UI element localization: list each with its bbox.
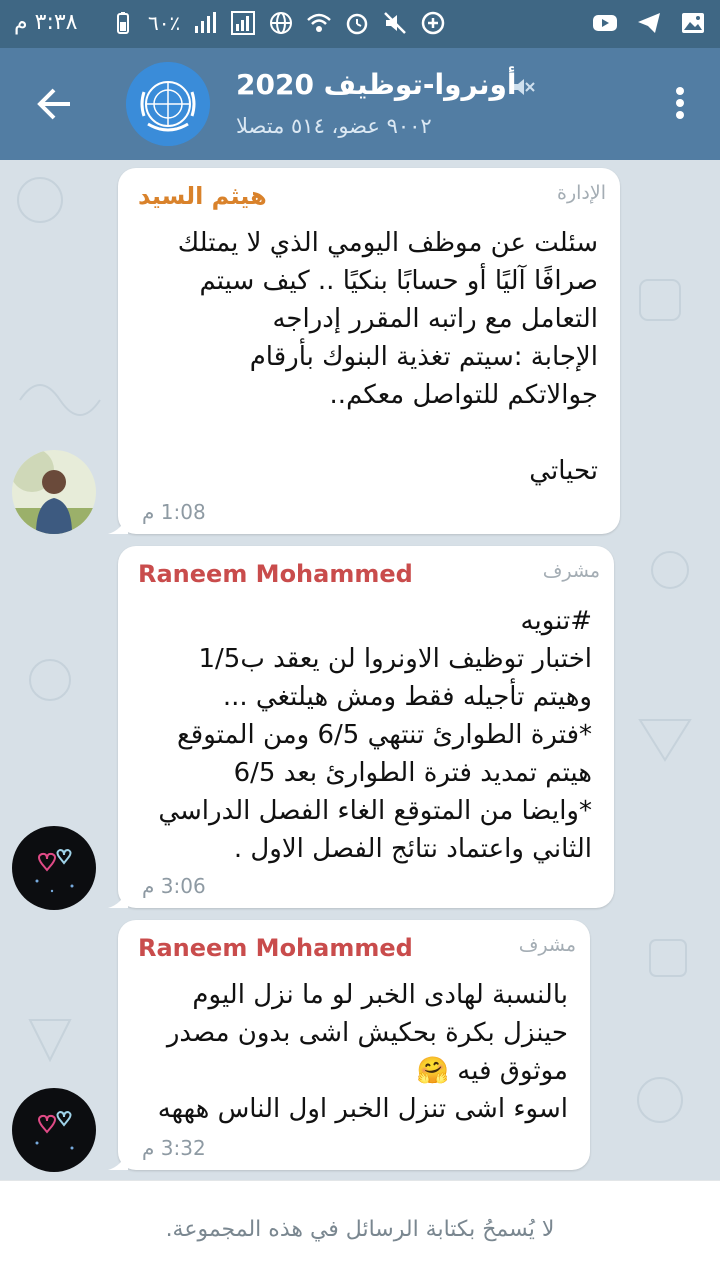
- group-avatar[interactable]: [126, 62, 210, 146]
- message-text: سئلت عن موظف اليومي الذي لا يمتلك صرافًا…: [177, 228, 598, 486]
- message-time: 3:32 م: [142, 1136, 206, 1160]
- hearts-photo-icon: [12, 1088, 96, 1172]
- bubble-tail: [108, 514, 128, 534]
- message-bubble-1[interactable]: الإدارة هيثم السيد سئلت عن موظف اليومي ا…: [108, 168, 620, 534]
- message-time: 1:08 م: [142, 500, 206, 524]
- hearts-photo-icon: [12, 826, 96, 910]
- avatar-sender-1[interactable]: [12, 450, 96, 534]
- alarm-icon: [346, 13, 368, 35]
- message-role: مشرف: [542, 560, 600, 582]
- user-photo-icon: [12, 450, 96, 534]
- avatar-sender-2[interactable]: [12, 826, 96, 910]
- wifi-icon: [307, 13, 332, 32]
- silent-icon: [384, 12, 407, 34]
- composer-bar: لا يُسمحُ بكتابة الرسائل في هذه المجموعة…: [0, 1180, 720, 1280]
- battery-icon: [117, 12, 129, 34]
- bubble-tail: [108, 1150, 128, 1170]
- bubble-tail: [108, 888, 128, 908]
- more-vertical-icon[interactable]: [670, 84, 690, 124]
- message-role: مشرف: [518, 934, 576, 956]
- message-bubble-2[interactable]: مشرف Raneem Mohammed #تنويه اختبار توظيف…: [108, 546, 614, 908]
- signal-icon: [195, 12, 217, 33]
- battery-percent: ٦٠٪: [148, 11, 181, 35]
- status-icons-right: [592, 10, 706, 36]
- message-time: 3:06 م: [142, 874, 206, 898]
- gallery-icon: [682, 13, 704, 33]
- message-bubble-3[interactable]: مشرف Raneem Mohammed بالنسبة لهادى الخبر…: [108, 920, 590, 1170]
- data-saver-icon: [421, 11, 445, 35]
- status-icons-left: ٦٠٪: [110, 10, 446, 36]
- message-text: بالنسبة لهادى الخبر لو ما نزل اليوم حينز…: [157, 980, 568, 1124]
- write-disabled-notice: لا يُسمحُ بكتابة الرسائل في هذه المجموعة…: [165, 1217, 555, 1242]
- message-text: اختبار توظيف الاونروا لن يعقد ب1/5 وهيتم…: [158, 644, 592, 864]
- message-role: الإدارة: [557, 182, 606, 204]
- status-time: ٣:٣٨ م: [14, 10, 78, 35]
- message-sender[interactable]: Raneem Mohammed: [138, 934, 413, 962]
- message-sender[interactable]: Raneem Mohammed: [138, 560, 413, 588]
- chat-title[interactable]: أونروا-توظيف 2020: [236, 68, 516, 101]
- signal-box-icon: [231, 11, 256, 35]
- chat-subtitle: ٩٠٠٢ عضو، ٥١٤ متصلا: [236, 114, 432, 138]
- telegram-icon: [638, 13, 660, 33]
- globe-icon: [270, 12, 293, 34]
- message-sender[interactable]: هيثم السيد: [138, 182, 267, 210]
- un-emblem-icon: [126, 62, 210, 146]
- arrow-left-icon[interactable]: [28, 78, 80, 130]
- message-list[interactable]: الإدارة هيثم السيد سئلت عن موظف اليومي ا…: [0, 160, 720, 1180]
- avatar-sender-3[interactable]: [12, 1088, 96, 1172]
- chat-header: أونروا-توظيف 2020 ٩٠٠٢ عضو، ٥١٤ متصلا: [0, 48, 720, 160]
- youtube-icon: [593, 15, 617, 31]
- status-bar: ٣:٣٨ م ٦٠٪: [0, 0, 720, 48]
- message-hashtag[interactable]: #تنويه: [122, 602, 592, 640]
